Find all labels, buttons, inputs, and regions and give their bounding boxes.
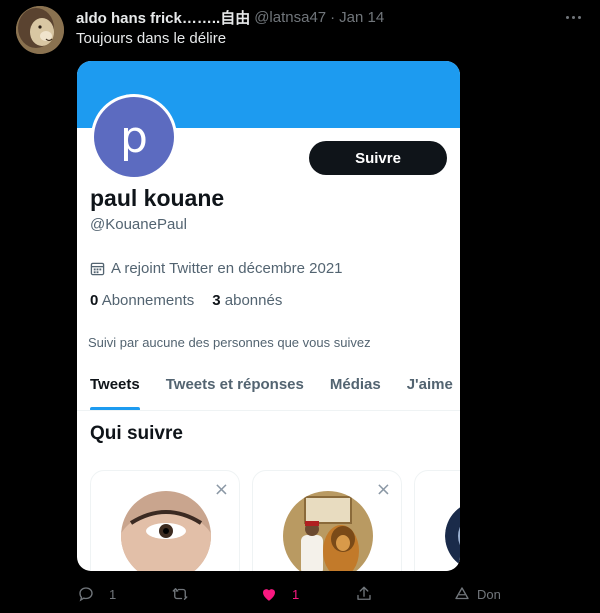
tweet-text: Toujours dans le délire [76,30,227,47]
tab-tweets: Tweets [77,366,153,410]
share-icon [357,586,371,600]
tab-likes: J'aime [406,376,453,393]
embedded-screenshot[interactable]: p Suivre paul kouane @KouanePaul A rejoi… [77,61,460,571]
calendar-icon [90,262,105,276]
like-button[interactable]: 1 [260,584,299,604]
following-count: 0 [90,292,99,309]
tab-tweets-and-replies: Tweets et réponses [165,376,304,393]
more-options-icon[interactable] [562,8,584,26]
author-name[interactable]: aldo hans frick……..自由 [76,7,250,28]
author-handle[interactable]: @latnsa47 [254,9,326,26]
tip-icon [455,587,469,600]
retweet-button[interactable] [171,584,203,604]
close-icon: × [375,479,391,500]
following-label: Abonnements [101,292,195,309]
suggestion-card: × [90,470,240,571]
suggestion-card [414,470,460,571]
followers-count: 3 [212,292,221,309]
tweet-actions: 1 1 Don [0,580,600,608]
reply-count: 1 [109,586,117,602]
retweet-icon [172,588,188,600]
tab-media: Médias [329,376,381,393]
author-avatar[interactable] [16,6,64,54]
following-stat: 0 Abonnements [90,292,194,309]
close-icon: × [213,479,229,500]
heart-icon [263,589,275,601]
reply-button[interactable]: 1 [77,584,116,604]
tweet-header: aldo hans frick……..自由 @latnsa47 · Jan 14 [76,7,384,27]
followers-stat: 3 abonnés [212,292,282,309]
reply-icon [79,587,93,602]
suggestion-avatar [121,491,211,571]
joined-date: A rejoint Twitter en décembre 2021 [90,260,343,277]
suggestion-card: × [252,470,402,571]
suggestion-avatar [283,491,373,571]
suggestion-avatar [445,501,460,571]
profile-avatar-letter: p [94,97,174,177]
profile-handle: @KouanePaul [90,216,187,233]
who-to-follow-heading: Qui suivre [90,423,183,444]
like-count: 1 [292,586,300,602]
share-button[interactable] [355,584,373,604]
tweet[interactable]: aldo hans frick……..自由 @latnsa47 · Jan 14… [0,0,600,613]
follow-button: Suivre [309,141,447,175]
joined-text: A rejoint Twitter en décembre 2021 [111,260,343,277]
tweet-date[interactable]: Jan 14 [339,9,384,26]
profile-name: paul kouane [90,185,225,211]
tip-label: Don [477,586,501,602]
lion-avatar-image [16,6,64,54]
profile-stats: 0 Abonnements 3 abonnés [90,292,282,309]
followers-label: abonnés [224,292,283,309]
profile-tabs: Tweets Tweets et réponses Médias J'aime [77,366,460,411]
profile-avatar: p [91,94,177,180]
tip-button[interactable]: Don [453,584,501,604]
separator-dot: · [330,8,336,26]
followed-by-text: Suivi par aucune des personnes que vous … [88,335,371,350]
